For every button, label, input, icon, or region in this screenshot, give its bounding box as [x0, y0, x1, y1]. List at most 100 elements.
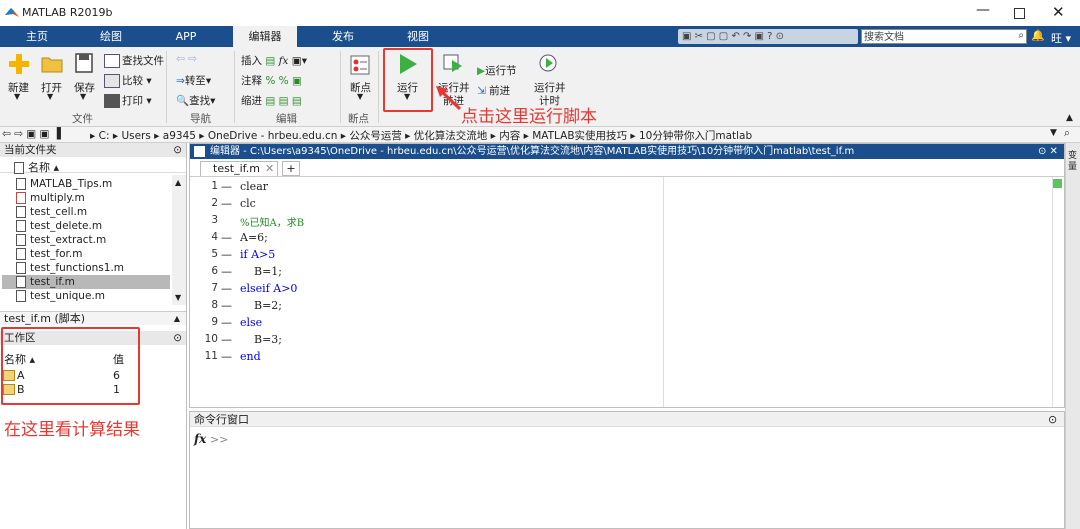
- folder-column-header[interactable]: 名称 ▴: [0, 159, 186, 174]
- line-dash[interactable]: —: [221, 316, 232, 329]
- panel-menu-icon[interactable]: ⊙: [173, 331, 182, 345]
- tab-publish[interactable]: 发布: [320, 26, 366, 47]
- find-files-button[interactable]: 查找文件: [104, 53, 164, 68]
- list-item[interactable]: MATLAB_Tips.m: [16, 177, 112, 191]
- new-tab-button[interactable]: +: [282, 161, 300, 176]
- maximize-button[interactable]: [1014, 8, 1025, 19]
- save-dropdown-icon[interactable]: ▼: [80, 92, 86, 101]
- name-column[interactable]: 名称: [28, 161, 50, 174]
- line-dash[interactable]: —: [221, 265, 232, 278]
- panel-menu-icon[interactable]: ⊙: [173, 143, 182, 157]
- breadcrumb[interactable]: ▸ C: ▸ Users ▸ a9345 ▸ OneDrive - hrbeu.…: [90, 128, 752, 143]
- open-dropdown-icon[interactable]: ▼: [47, 92, 53, 101]
- editor-scroll-divider: [1052, 177, 1053, 407]
- line-dash[interactable]: —: [221, 333, 232, 346]
- tab-home[interactable]: 主页: [14, 26, 60, 47]
- command-prompt[interactable]: >>: [210, 433, 228, 446]
- panel-menu-icon[interactable]: ⊙: [1048, 412, 1057, 427]
- path-part[interactable]: a9345: [163, 130, 196, 142]
- new-dropdown-icon[interactable]: ▼: [14, 92, 20, 101]
- path-dropdown-icon[interactable]: ▼: [1050, 128, 1057, 138]
- editor-tab[interactable]: test_if.m ✕: [200, 161, 278, 176]
- back-forward-icon[interactable]: ⇦ ⇨: [176, 53, 197, 65]
- code-line-keyword[interactable]: if A>5: [240, 248, 275, 261]
- line-dash[interactable]: —: [221, 282, 232, 295]
- code-line[interactable]: B=2;: [240, 299, 282, 312]
- file-group-label: 文件: [72, 113, 93, 125]
- breakpoints-dropdown-icon[interactable]: ▼: [357, 92, 363, 101]
- insert-button[interactable]: 插入 ▤ fx ▣▾: [241, 53, 307, 68]
- goto-button[interactable]: ⇒转至▾: [176, 73, 211, 88]
- print-button[interactable]: 打印 ▾: [104, 93, 152, 108]
- code-line[interactable]: clc: [240, 197, 256, 210]
- tab-plots[interactable]: 绘图: [88, 26, 134, 47]
- file-details-bar[interactable]: test_if.m (脚本) ▲: [0, 311, 186, 325]
- side-panel-strip[interactable]: 变量: [1065, 143, 1080, 529]
- list-item[interactable]: test_extract.m: [16, 233, 106, 247]
- code-line[interactable]: B=1;: [240, 265, 282, 278]
- list-item[interactable]: multiply.m: [16, 191, 85, 205]
- folder-scrollbar[interactable]: ▲ ▼: [172, 175, 186, 305]
- search-icon[interactable]: ⌕: [1018, 30, 1024, 41]
- code-line[interactable]: clear: [240, 180, 268, 193]
- editor-panel[interactable]: 编辑器 - C:\Users\a9345\OneDrive - hrbeu.ed…: [189, 143, 1065, 408]
- code-analyzer-indicator[interactable]: [1053, 179, 1062, 188]
- tab-apps[interactable]: APP: [163, 26, 209, 47]
- tab-editor[interactable]: 编辑器: [233, 26, 297, 47]
- scroll-up-icon[interactable]: ▲: [172, 178, 181, 187]
- compare-button[interactable]: 比较 ▾: [104, 73, 152, 88]
- code-line[interactable]: B=3;: [240, 333, 282, 346]
- path-part[interactable]: 内容: [499, 130, 520, 142]
- tab-view[interactable]: 视图: [395, 26, 441, 47]
- indent-button[interactable]: 缩进 ▤ ▤ ▤: [241, 93, 302, 108]
- line-dash[interactable]: —: [221, 231, 232, 244]
- close-tab-icon[interactable]: ✕: [265, 162, 274, 176]
- list-item-selected[interactable]: test_if.m: [16, 275, 75, 289]
- advance-button[interactable]: ⇲ 前进: [477, 83, 510, 98]
- code-line-keyword[interactable]: elseif A>0: [240, 282, 297, 295]
- code-line[interactable]: A=6;: [240, 231, 268, 244]
- list-item[interactable]: test_cell.m: [16, 205, 87, 219]
- address-bar[interactable]: ⇦ ⇨ ▣ ▣ ▐ ▸ C: ▸ Users ▸ a9345 ▸ OneDriv…: [0, 127, 1080, 143]
- collapse-ribbon-icon[interactable]: ▲: [1066, 113, 1073, 123]
- scroll-down-icon[interactable]: ▼: [175, 293, 181, 302]
- line-dash[interactable]: —: [221, 197, 232, 210]
- path-part[interactable]: C:: [99, 130, 110, 142]
- path-part[interactable]: OneDrive - hrbeu.edu.cn: [208, 130, 337, 142]
- fx-icon[interactable]: fx: [194, 432, 206, 446]
- details-toggle-icon[interactable]: ▲: [174, 312, 180, 326]
- run-section-button[interactable]: ▶运行节: [477, 63, 517, 78]
- quick-access-toolbar[interactable]: ▣ ✂ ▢ ▢ ↶ ↷ ▣ ? ⊙: [678, 29, 858, 44]
- path-part[interactable]: 优化算法交流地: [414, 130, 488, 142]
- path-part[interactable]: Users: [121, 130, 150, 142]
- path-part[interactable]: MATLAB实使用技巧: [532, 130, 627, 142]
- comment-button[interactable]: 注释 % % ▣: [241, 73, 302, 88]
- user-menu[interactable]: 旺 ▾: [1051, 30, 1071, 46]
- line-dash[interactable]: —: [221, 248, 232, 261]
- line-dash[interactable]: —: [221, 350, 232, 363]
- editor-menu-icon[interactable]: ⊙ ✕: [1036, 144, 1060, 159]
- path-part[interactable]: 10分钟带你入门matlab: [639, 130, 752, 142]
- variables-side-tab[interactable]: 变量: [1068, 151, 1078, 173]
- list-item[interactable]: test_functions1.m: [16, 261, 124, 275]
- path-part[interactable]: 公众号运营: [349, 130, 402, 142]
- line-number: 6: [211, 265, 218, 277]
- search-box[interactable]: 搜索文档 ⌕: [861, 29, 1027, 44]
- path-search-icon[interactable]: ⌕: [1064, 127, 1070, 140]
- nav-arrows-icon[interactable]: ⇦ ⇨ ▣ ▣ ▐: [2, 128, 61, 140]
- line-dash[interactable]: —: [221, 299, 232, 312]
- minimize-button[interactable]: —: [976, 2, 990, 18]
- close-button[interactable]: ✕: [1052, 3, 1065, 21]
- code-line-keyword[interactable]: else: [240, 316, 262, 329]
- search-input[interactable]: 搜索文档: [862, 32, 904, 43]
- find-button[interactable]: 🔍查找▾: [176, 93, 215, 108]
- code-line-comment[interactable]: %已知A，求B: [240, 214, 304, 229]
- m-file-icon: [16, 290, 26, 302]
- command-window[interactable]: 命令行窗口 ⊙ fx >>: [189, 411, 1065, 529]
- code-line-keyword[interactable]: end: [240, 350, 261, 363]
- list-item[interactable]: test_for.m: [16, 247, 82, 261]
- list-item[interactable]: test_unique.m: [16, 289, 105, 303]
- line-dash[interactable]: —: [221, 180, 232, 193]
- list-item[interactable]: test_delete.m: [16, 219, 102, 233]
- notification-icon[interactable]: 🔔: [1031, 29, 1045, 42]
